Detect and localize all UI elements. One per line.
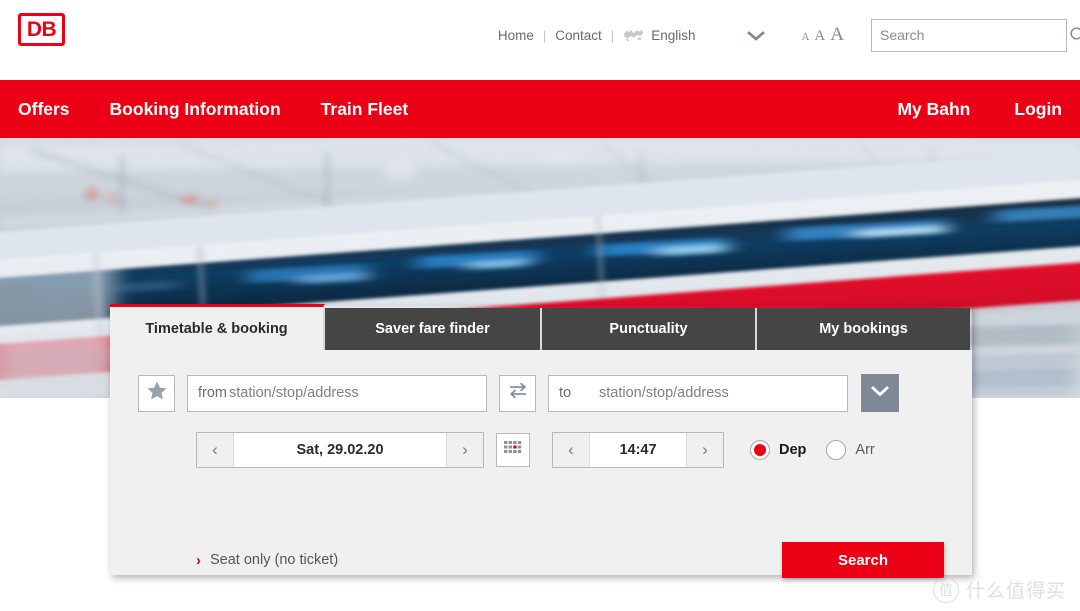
tab-timetable-booking[interactable]: Timetable & booking [110,304,325,350]
nav-item-train-fleet[interactable]: Train Fleet [321,99,409,120]
widget-tab-bar: Timetable & booking Saver fare finder Pu… [110,304,972,350]
to-field[interactable]: to [548,374,848,412]
tab-punctuality[interactable]: Punctuality [542,308,757,350]
date-time-row: ‹ Sat, 29.02.20 › ‹ 14:47 › Dep Arr [196,432,895,468]
watermark-logo: 值 [932,576,959,603]
tab-label: My bookings [819,321,908,337]
departure-arrival-toggle: Dep Arr [750,440,895,460]
time-stepper: ‹ 14:47 › [552,432,724,468]
main-navigation-bar: Offers Booking Information Train Fleet M… [0,80,1080,138]
site-header: DB Home | Contact | English A A A [0,0,1080,80]
globe-icon [623,28,644,42]
tab-label: Saver fare finder [375,321,490,337]
from-label: from [198,385,227,401]
star-icon [146,380,168,406]
tab-label: Punctuality [609,321,688,337]
chevron-down-icon[interactable] [745,29,767,41]
nav-item-booking-information[interactable]: Booking Information [110,99,281,120]
from-field[interactable]: from [187,374,487,412]
font-size-medium-button[interactable]: A [814,28,825,45]
search-icon[interactable] [1069,26,1080,44]
radio-arrival[interactable]: Arr [826,440,875,460]
nav-separator: | [542,27,547,43]
chevron-down-icon [868,384,892,403]
nav-item-my-bahn[interactable]: My Bahn [897,99,970,120]
font-size-small-button[interactable]: A [801,31,809,43]
swap-stations-button[interactable] [499,374,536,412]
radio-departure-label: Dep [779,442,807,458]
booking-widget: Timetable & booking Saver fare finder Pu… [110,304,972,578]
watermark-text: 什么值得买 [965,580,1066,602]
time-next-button[interactable]: › [686,433,723,467]
expand-options-button[interactable] [861,374,899,412]
font-size-large-button[interactable]: A [830,24,844,46]
date-prev-button[interactable]: ‹ [197,433,234,467]
radio-departure[interactable]: Dep [750,440,806,460]
to-label: to [559,385,572,401]
search-input[interactable] [872,27,1069,43]
font-size-selector: A A A [801,24,849,46]
swap-arrows-icon [506,380,530,407]
tab-label: Timetable & booking [145,320,288,337]
date-stepper: ‹ Sat, 29.02.20 › [196,432,484,468]
actions-row: › Seat only (no ticket) Search [196,542,944,578]
search-button[interactable]: Search [782,542,944,578]
radio-selected-icon [750,440,770,460]
nav-item-offers[interactable]: Offers [18,99,70,120]
nav-item-login[interactable]: Login [1014,99,1062,120]
time-value[interactable]: 14:47 [590,433,686,467]
to-input[interactable] [599,385,837,401]
seat-only-label: Seat only (no ticket) [210,552,339,568]
calendar-icon [502,438,524,463]
watermark: 值 什么值得买 [932,576,1066,603]
calendar-button[interactable] [496,433,530,467]
date-next-button[interactable]: › [446,433,483,467]
from-input[interactable] [229,385,476,401]
nav-separator: | [610,27,615,43]
nav-link-contact[interactable]: Contact [555,28,602,43]
radio-arrival-label: Arr [855,442,875,458]
logo-text: DB [26,18,57,41]
date-value[interactable]: Sat, 29.02.20 [234,433,446,467]
booking-form-panel: from to [110,350,972,578]
seat-only-link[interactable]: › Seat only (no ticket) [196,552,338,568]
chevron-right-icon: › [196,551,201,569]
deutsche-bahn-logo[interactable]: DB [18,13,65,46]
origin-destination-row: from to [138,374,899,412]
radio-unselected-icon [826,440,847,460]
tab-saver-fare-finder[interactable]: Saver fare finder [325,308,542,350]
main-nav-right-group: My Bahn Login [853,99,1080,120]
utility-navigation: Home | Contact | English A A A [498,0,1080,70]
main-nav-left-group: Offers Booking Information Train Fleet [0,99,448,120]
language-selector-label[interactable]: English [651,28,695,43]
nav-link-home[interactable]: Home [498,28,534,43]
favorites-button[interactable] [138,374,175,412]
search-box[interactable] [871,18,1080,52]
time-prev-button[interactable]: ‹ [553,433,590,467]
tab-my-bookings[interactable]: My bookings [757,308,970,350]
